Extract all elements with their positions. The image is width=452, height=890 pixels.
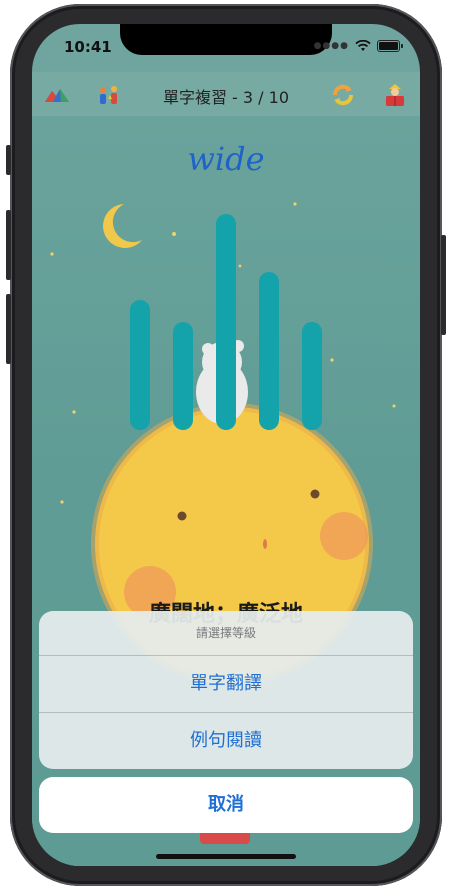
equalizer-bar	[130, 300, 150, 430]
vocabulary-word: wide	[187, 140, 265, 178]
equalizer-bar	[259, 272, 279, 430]
action-sheet: 請選擇等級 單字翻譯 例句閱讀	[39, 611, 413, 769]
mute-switch	[6, 145, 11, 175]
status-time: 10:41	[64, 38, 112, 56]
crescent-moon-icon	[103, 204, 142, 248]
equalizer-bar	[302, 322, 322, 430]
power-button	[441, 235, 446, 335]
wifi-icon	[355, 40, 371, 51]
reading-book-icon[interactable]	[382, 82, 408, 108]
volume-down-button	[6, 294, 11, 364]
equalizer-bar	[173, 322, 193, 430]
nav-title: 單字複習 - 3 / 10	[162, 88, 290, 107]
app-screen: 10:41 ●●●● 單字複習 - 3 / 10 wide 請選擇等級 單字翻譯…	[32, 24, 420, 866]
red-tab-button	[200, 832, 250, 844]
notch	[120, 24, 332, 55]
equalizer-bar	[216, 214, 236, 430]
refresh-icon[interactable]	[330, 82, 356, 108]
action-sheet-title: 請選擇等級	[39, 611, 413, 656]
option-sentence-reading[interactable]: 例句閱讀	[39, 713, 413, 769]
cancel-button[interactable]: 取消	[39, 777, 413, 833]
status-icons: ●●●●	[313, 40, 403, 52]
audio-equalizer	[130, 214, 322, 430]
signal-icon: ●●●●	[313, 41, 349, 51]
option-word-translation[interactable]: 單字翻譯	[39, 656, 413, 713]
navigation-bar: 單字複習 - 3 / 10	[32, 72, 420, 116]
battery-icon	[377, 40, 403, 52]
home-indicator	[156, 854, 296, 859]
volume-up-button	[6, 210, 11, 280]
